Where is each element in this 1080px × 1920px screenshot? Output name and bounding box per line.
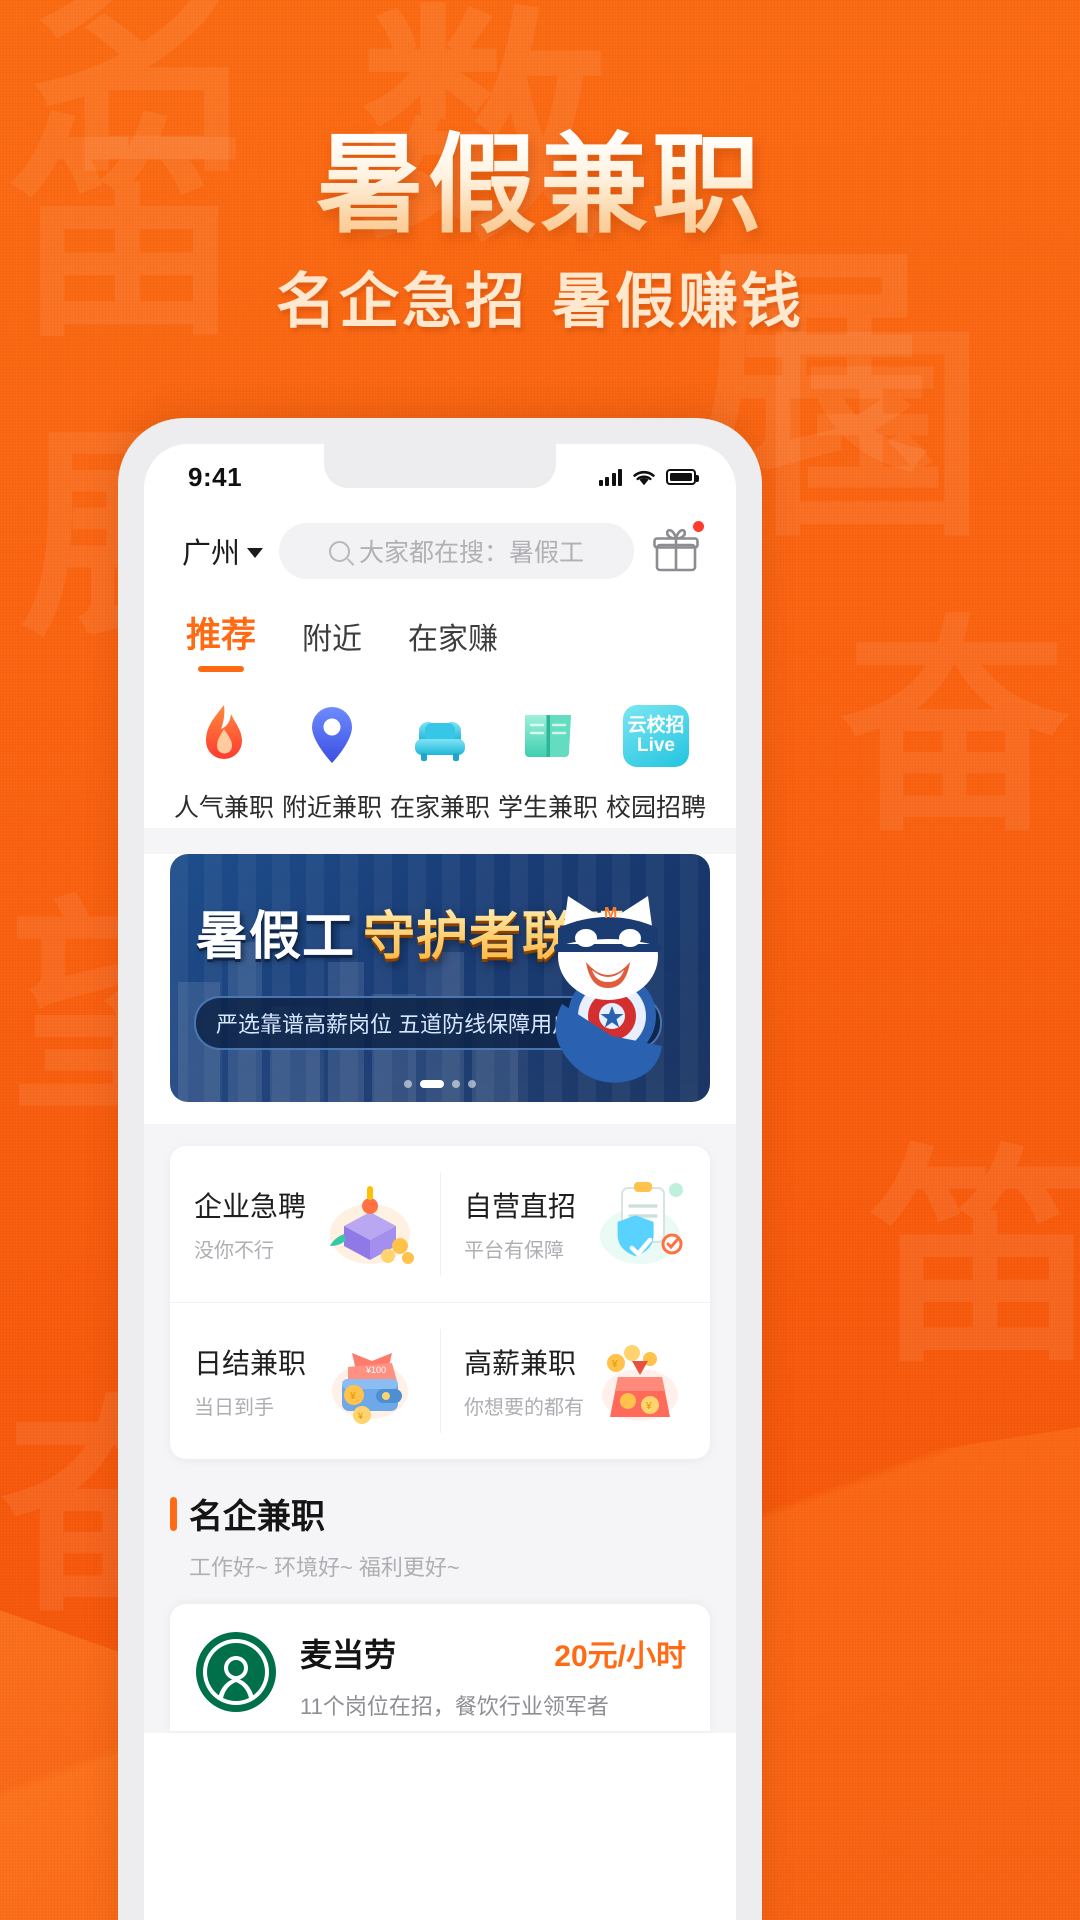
feature-subtitle: 当日到手	[194, 1397, 274, 1419]
category-shortcuts: 人气兼职 附近兼职 在家兼职 学生兼职 云校招 Live 校园招聘	[144, 672, 736, 824]
section-title: 名企兼职	[189, 1498, 325, 1536]
feature-grid: 企业急聘 没你不行 自营直招 平台有保障 日结兼职 当日到手 ¥100 ¥ ¥ …	[170, 1146, 710, 1459]
tab-work-from-home[interactable]: 在家赚	[408, 614, 498, 672]
battery-icon	[666, 469, 699, 485]
search-icon	[329, 540, 350, 562]
feature-subtitle: 你想要的都有	[464, 1397, 584, 1419]
banner-dot-active[interactable]	[420, 1080, 444, 1088]
feature-title: 高薪兼职	[464, 1348, 577, 1379]
job-details: 麦当劳 20元/小时 11个岗位在招，餐饮行业领军者	[300, 1630, 686, 1721]
job-header-row: 麦当劳 20元/小时	[300, 1630, 686, 1676]
app-scroll-area[interactable]: 广州 大家都在搜：暑假工 推荐 附近 在家赚 人气兼职 附近兼职 在家兼职 学生…	[144, 506, 736, 1733]
job-description: 11个岗位在招，餐饮行业领军者	[300, 1694, 609, 1719]
gift-badge-dot	[693, 521, 704, 532]
section-subtitle: 工作好~ 环境好~ 福利更好~	[189, 1555, 460, 1580]
section-accent-bar	[170, 1496, 177, 1531]
category-label: 在家兼职	[389, 794, 490, 822]
status-bar-time: 9:41	[188, 461, 243, 492]
feature-subtitle: 没你不行	[194, 1240, 274, 1262]
banner-dots[interactable]	[404, 1080, 476, 1088]
banner-dot[interactable]	[452, 1080, 460, 1088]
svg-text:¥: ¥	[349, 1391, 356, 1402]
app-header: 广州 大家都在搜：暑假工	[144, 506, 736, 584]
svg-text:¥100: ¥100	[365, 1365, 386, 1375]
sofa-icon	[386, 696, 494, 776]
job-list-item[interactable]: 麦当劳 20元/小时 11个岗位在招，餐饮行业领军者	[170, 1604, 710, 1731]
book-icon	[494, 696, 602, 776]
gift-button[interactable]	[650, 521, 704, 577]
feature-daily-pay[interactable]: 日结兼职 当日到手 ¥100 ¥ ¥	[170, 1303, 440, 1459]
feature-high-pay[interactable]: 高薪兼职 你想要的都有 ¥ ¥	[440, 1303, 710, 1459]
map-pin-icon	[278, 696, 386, 776]
section-header: 名企兼职 工作好~ 环境好~ 福利更好~	[170, 1489, 710, 1582]
svg-text:¥: ¥	[357, 1411, 364, 1421]
main-tabs: 推荐 附近 在家赚	[144, 584, 736, 672]
phone-notch	[324, 444, 556, 488]
tab-nearby[interactable]: 附近	[302, 614, 362, 672]
promo-banner[interactable]: 暑假工 守护者联盟 严选靠谱高薪岗位 五道防线保障用户权益！ M	[170, 854, 710, 1102]
feature-title: 自营直招	[464, 1191, 577, 1222]
category-label: 校园招聘	[605, 794, 706, 822]
campus-badge-sub: Live	[636, 735, 676, 756]
cellular-signal-icon	[598, 468, 622, 486]
urgent-hiring-box-icon	[330, 1186, 414, 1264]
job-pay-rate: 20元/小时	[554, 1640, 686, 1673]
feature-direct-hiring[interactable]: 自营直招 平台有保障	[440, 1146, 710, 1302]
category-label: 学生兼职	[497, 794, 598, 822]
poster-headline: 暑假兼职 名企急招 暑假赚钱	[0, 122, 1080, 341]
category-nearby-jobs[interactable]: 附近兼职	[278, 696, 386, 824]
money-bag-icon: ¥ ¥	[602, 1345, 678, 1421]
search-input[interactable]: 大家都在搜：暑假工	[279, 523, 634, 579]
banner-dot[interactable]	[468, 1080, 476, 1088]
svg-text:M: M	[604, 905, 617, 922]
feature-row: 企业急聘 没你不行 自营直招 平台有保障	[170, 1146, 710, 1302]
banner-title-part1: 暑假工	[196, 906, 356, 967]
cat-hero-icon: M	[554, 896, 662, 1083]
feature-title: 日结兼职	[194, 1348, 307, 1379]
category-home-jobs[interactable]: 在家兼职	[386, 696, 494, 824]
banner-dot[interactable]	[404, 1080, 412, 1088]
category-campus-recruit[interactable]: 云校招 Live 校园招聘	[602, 696, 710, 824]
wifi-icon	[633, 470, 655, 485]
deco-char: 国	[760, 304, 985, 568]
city-selector[interactable]: 广州	[182, 530, 264, 572]
wallet-coins-icon: ¥100 ¥ ¥	[332, 1353, 408, 1424]
search-placeholder: 大家都在搜：暑假工	[359, 539, 585, 567]
status-bar-icons	[598, 468, 699, 487]
category-student-jobs[interactable]: 学生兼职	[494, 696, 602, 824]
category-label: 人气兼职	[173, 794, 274, 822]
page-subtitle: 名企急招 暑假赚钱	[276, 267, 804, 338]
flame-icon	[170, 696, 278, 776]
phone-mockup: 9:41 广州 大家都在搜：暑假工 推荐 附近 在家赚 人气兼职 附近兼职 在家…	[118, 418, 762, 1920]
starbucks-logo-icon	[196, 1632, 276, 1712]
phone-screen: 9:41 广州 大家都在搜：暑假工 推荐 附近 在家赚 人气兼职 附近兼职 在家…	[144, 444, 736, 1920]
job-company-name: 麦当劳	[300, 1637, 397, 1673]
feature-title: 企业急聘	[194, 1191, 307, 1222]
city-label: 广州	[182, 538, 241, 570]
shield-clipboard-icon	[600, 1182, 683, 1264]
tab-recommend[interactable]: 推荐	[186, 607, 256, 672]
svg-text:¥: ¥	[611, 1359, 618, 1370]
deco-char: 笛	[870, 1124, 1080, 1394]
gift-icon	[653, 528, 699, 572]
deco-char: 奋	[840, 594, 1071, 864]
category-popular-jobs[interactable]: 人气兼职	[170, 696, 278, 824]
campus-live-icon: 云校招 Live	[602, 696, 710, 776]
category-label: 附近兼职	[281, 794, 382, 822]
campus-badge-text: 云校招	[627, 715, 685, 737]
svg-text:¥: ¥	[645, 1401, 652, 1412]
page-title: 暑假兼职	[315, 122, 764, 248]
section-title-row: 名企兼职	[170, 1489, 710, 1538]
feature-subtitle: 平台有保障	[464, 1240, 564, 1262]
feature-urgent-hiring[interactable]: 企业急聘 没你不行	[170, 1146, 440, 1302]
feature-row: 日结兼职 当日到手 ¥100 ¥ ¥ 高薪兼职 你想要的都有 ¥ ¥	[170, 1302, 710, 1459]
chevron-down-icon	[247, 548, 264, 558]
